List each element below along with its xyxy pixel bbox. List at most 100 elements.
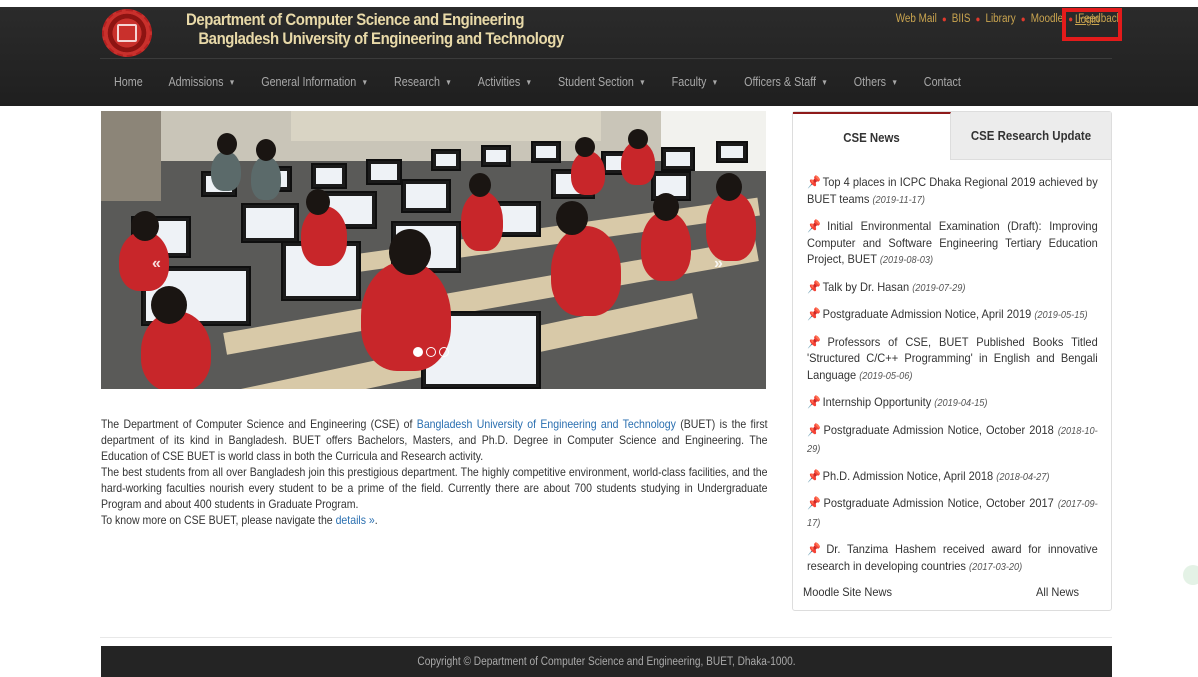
nav-label: Faculty: [671, 75, 707, 89]
carousel-indicators: [413, 347, 449, 357]
news-item[interactable]: 📌 Top 4 places in ICPC Dhaka Regional 201…: [807, 174, 1098, 209]
all-news-link[interactable]: All News: [1036, 585, 1079, 599]
intro-p3-start: To know more on CSE BUET, please navigat…: [101, 513, 336, 527]
nav-research[interactable]: Research ▼: [394, 75, 452, 89]
news-item[interactable]: 📌 Dr. Tanzima Hashem received award for i…: [807, 541, 1098, 576]
intro-p1-start: The Department of Computer Science and E…: [101, 417, 417, 431]
intro-p2: The best students from all over Banglade…: [101, 465, 768, 511]
tab-cse-news[interactable]: CSE News: [793, 112, 951, 160]
nav-student-section[interactable]: Student Section ▼: [558, 75, 646, 89]
nav-activities[interactable]: Activities ▼: [478, 75, 532, 89]
news-item[interactable]: 📌 Postgraduate Admission Notice, October …: [807, 495, 1098, 532]
details-link[interactable]: details »: [336, 513, 375, 527]
news-date: (2017-03-20): [969, 561, 1023, 573]
carousel-next-button[interactable]: »: [714, 255, 723, 273]
pushpin-icon: 📌: [807, 334, 826, 349]
news-title: Talk by Dr. Hasan: [822, 279, 910, 294]
news-title: Internship Opportunity: [822, 395, 932, 409]
webmail-link[interactable]: Web Mail: [896, 13, 937, 25]
caret-down-icon: ▼: [821, 77, 828, 87]
news-title: Initial Environmental Examination (Draft…: [807, 219, 1098, 266]
site-title[interactable]: Department of Computer Science and Engin…: [186, 10, 564, 48]
nav-label: Contact: [923, 75, 961, 89]
nav-label: Student Section: [557, 75, 634, 89]
header-divider: [100, 58, 1112, 59]
caret-down-icon: ▼: [525, 77, 533, 87]
separator-dot-icon: ●: [942, 14, 948, 24]
carousel-dot-3[interactable]: [439, 347, 449, 357]
nav-label: Admissions: [168, 75, 224, 89]
caret-down-icon: ▼: [711, 77, 719, 87]
nav-faculty[interactable]: Faculty ▼: [672, 75, 719, 89]
nav-general-information[interactable]: General Information ▼: [261, 75, 368, 89]
news-item[interactable]: 📌 Postgraduate Admission Notice, October …: [807, 422, 1098, 459]
moodle-site-news-link[interactable]: Moodle Site News: [803, 585, 892, 599]
separator-dot-icon: ●: [1021, 14, 1026, 24]
nav-others[interactable]: Others ▼: [854, 75, 898, 89]
caret-down-icon: ▼: [361, 77, 369, 87]
buet-logo[interactable]: [102, 9, 152, 57]
carousel-prev-button[interactable]: «: [152, 255, 161, 273]
news-item[interactable]: 📌 Initial Environmental Examination (Draf…: [807, 218, 1098, 270]
news-date: (2019-07-29): [912, 282, 966, 294]
news-title: Ph.D. Admission Notice, April 2018: [822, 468, 994, 483]
news-panel: CSE News CSE Research Update 📌 Top 4 plac…: [792, 111, 1112, 611]
library-link[interactable]: Library: [986, 13, 1016, 25]
pushpin-icon: 📌: [807, 395, 821, 409]
news-date: (2019-11-17): [872, 194, 925, 206]
news-list: 📌 Top 4 places in ICPC Dhaka Regional 201…: [807, 174, 1098, 585]
login-link[interactable]: Login: [1075, 14, 1099, 26]
news-date: (2019-05-06): [859, 370, 913, 382]
news-title: Professors of CSE, BUET Published Books …: [807, 334, 1098, 382]
pushpin-icon: 📌: [807, 307, 821, 321]
news-title: Postgraduate Admission Notice, April 201…: [822, 307, 1032, 321]
separator-dot-icon: ●: [976, 14, 981, 24]
news-item[interactable]: 📌 Internship Opportunity (2019-04-15): [807, 394, 1098, 413]
news-title: Postgraduate Admission Notice, October 2…: [823, 496, 1054, 510]
nav-label: Officers & Staff: [744, 75, 817, 89]
pushpin-icon: 📌: [807, 175, 821, 189]
news-title: Dr. Tanzima Hashem received award for in…: [807, 542, 1098, 573]
news-title: Postgraduate Admission Notice, October 2…: [823, 422, 1054, 437]
news-tabs: CSE News CSE Research Update: [793, 112, 1111, 160]
nav-label: General Information: [261, 75, 357, 89]
nav-officers-staff[interactable]: Officers & Staff ▼: [744, 75, 828, 89]
nav-label: Others: [853, 75, 887, 89]
news-title: Top 4 places in ICPC Dhaka Regional 2019…: [807, 175, 1098, 206]
nav-label: Activities: [477, 75, 521, 89]
site-footer: Copyright © Department of Computer Scien…: [101, 646, 1112, 677]
buet-link[interactable]: Bangladesh University of Engineering and…: [417, 417, 676, 431]
intro-p3-end: .: [374, 513, 378, 527]
pushpin-icon: 📌: [807, 542, 825, 556]
moodle-link[interactable]: Moodle: [1031, 13, 1063, 25]
news-date: (2018-04-27): [996, 471, 1050, 483]
title-line-2: Bangladesh University of Engineering and…: [198, 29, 564, 48]
floating-widget-icon[interactable]: [1183, 565, 1198, 585]
caret-down-icon: ▼: [228, 77, 236, 87]
biis-link[interactable]: BIIS: [952, 13, 971, 25]
intro-text: The Department of Computer Science and E…: [101, 416, 768, 528]
pushpin-icon: 📌: [807, 279, 821, 294]
nav-label: Research: [394, 75, 441, 89]
top-strip: [0, 0, 1198, 7]
nav-admissions[interactable]: Admissions ▼: [168, 75, 235, 89]
nav-home[interactable]: Home: [114, 75, 143, 89]
news-item[interactable]: 📌 Postgraduate Admission Notice, April 20…: [807, 306, 1098, 325]
footer-divider: [100, 637, 1112, 638]
news-date: (2019-05-15): [1034, 310, 1088, 321]
caret-down-icon: ▼: [891, 77, 899, 87]
pushpin-icon: 📌: [807, 422, 822, 437]
news-item[interactable]: 📌 Talk by Dr. Hasan (2019-07-29): [807, 279, 1098, 298]
news-item[interactable]: 📌 Professors of CSE, BUET Published Books…: [807, 334, 1098, 386]
nav-contact[interactable]: Contact: [924, 75, 961, 89]
news-footer: Moodle Site News All News: [803, 585, 1079, 599]
news-date: (2019-08-03): [879, 255, 934, 266]
carousel-dot-1[interactable]: [413, 347, 423, 357]
carousel-dot-2[interactable]: [426, 347, 436, 357]
caret-down-icon: ▼: [639, 77, 646, 87]
news-item[interactable]: 📌 Ph.D. Admission Notice, April 2018 (201…: [807, 468, 1098, 487]
pushpin-icon: 📌: [807, 219, 826, 233]
pushpin-icon: 📌: [807, 468, 821, 483]
tab-cse-research-update[interactable]: CSE Research Update: [951, 112, 1111, 160]
main-nav: Home Admissions ▼ General Information ▼ Re…: [114, 75, 987, 89]
